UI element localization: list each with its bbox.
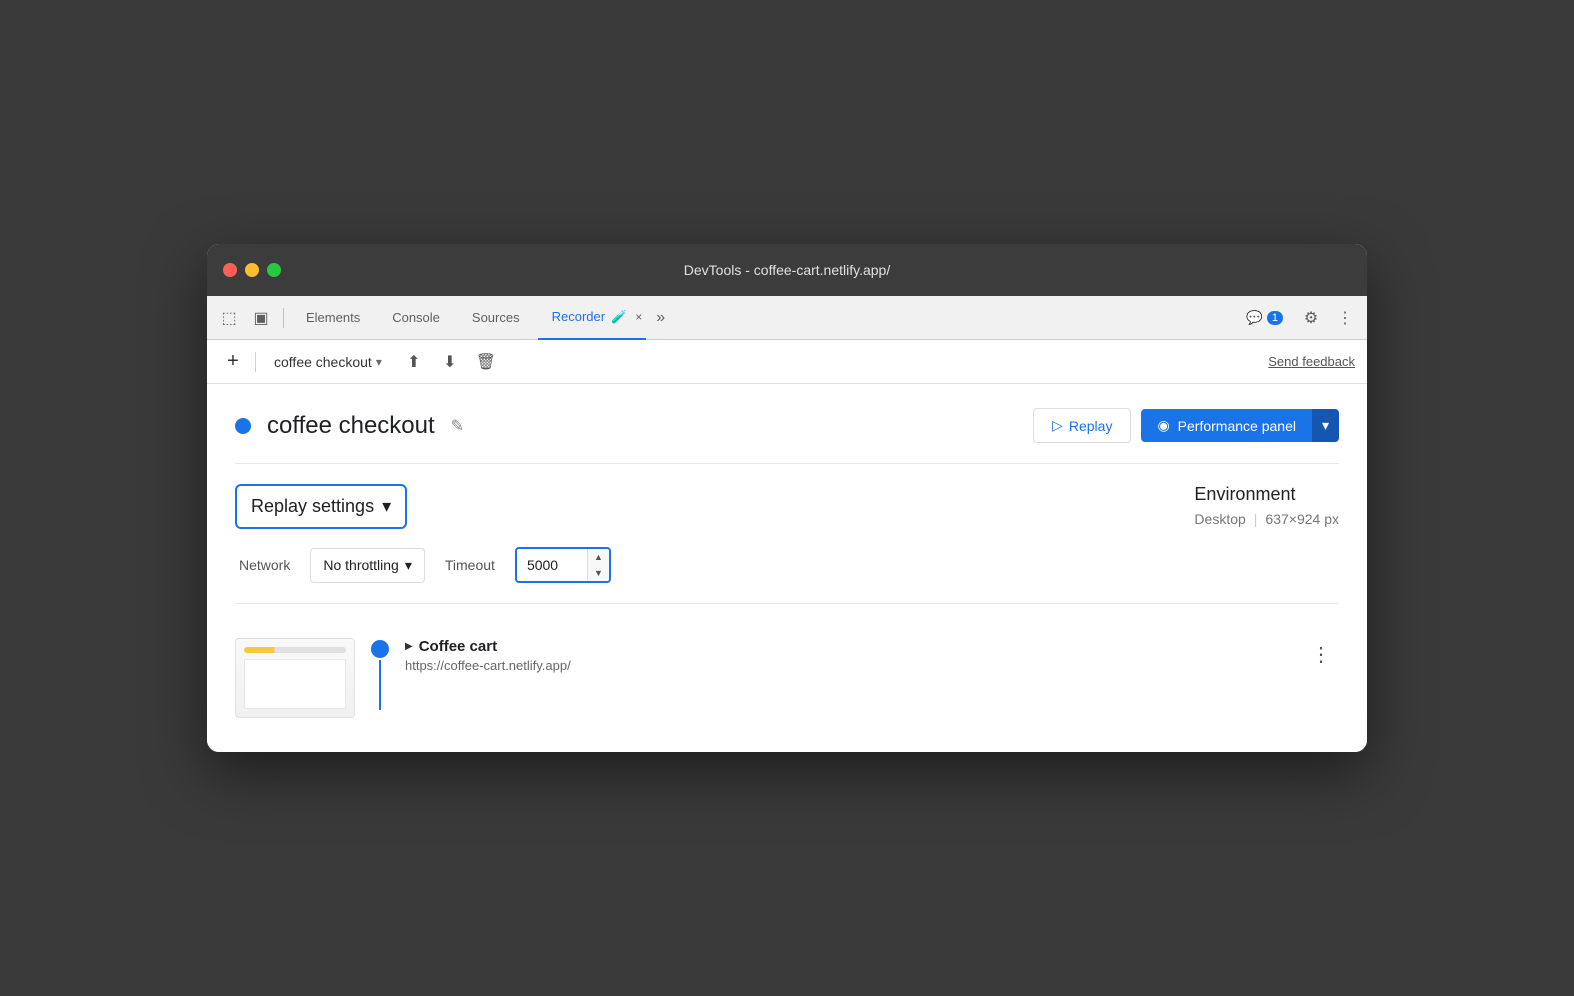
toolbar-right: 💬 1 ⚙ ⋮ [1238,304,1359,332]
play-icon: ▷ [1052,417,1063,434]
upload-icon: ⬆ [407,352,420,372]
more-vert-icon: ⋮ [1337,308,1353,328]
performance-panel-button-group: ◉ Performance panel ▾ [1141,409,1339,442]
title-bar: DevTools - coffee-cart.netlify.app/ [207,244,1367,296]
tab-sources[interactable]: Sources [458,296,534,340]
replay-settings-button[interactable]: Replay settings ▾ [235,484,407,529]
environment-detail: Desktop | 637×924 px [1194,511,1339,527]
recording-title: coffee checkout [267,412,435,440]
settings-section: Replay settings ▾ Network No throttling … [235,464,1339,604]
traffic-lights [223,263,281,277]
step-connector [371,640,389,710]
secondary-toolbar: + coffee checkout ▾ ⬆ ⬇ 🗑 Send feedback [207,340,1367,384]
chevron-down-icon: ▾ [376,355,382,369]
tab-elements[interactable]: Elements [292,296,374,340]
chevron-down-icon: ▾ [1322,417,1329,434]
timeout-input-group: ▲ ▼ [515,547,611,583]
step-title-text: Coffee cart [419,638,497,655]
main-content: coffee checkout ✎ ▷ Replay ◉ Performance… [207,384,1367,752]
thumbnail-bar [244,647,346,653]
step-item: ▶ Coffee cart https://coffee-cart.netlif… [235,624,1339,732]
sec-divider [255,352,256,372]
more-options-button[interactable]: ⋮ [1331,304,1359,332]
perf-label: Performance panel [1178,418,1296,434]
recording-header: coffee checkout ✎ ▷ Replay ◉ Performance… [235,408,1339,464]
network-throttling-select[interactable]: No throttling ▾ [310,548,425,583]
performance-panel-dropdown-button[interactable]: ▾ [1312,409,1339,442]
window-title: DevTools - coffee-cart.netlify.app/ [684,262,890,278]
settings-button[interactable]: ⚙ [1297,304,1325,332]
stepper-up-button[interactable]: ▲ [588,549,609,565]
cursor-tool-button[interactable]: ⬚ [215,304,243,332]
tab-console[interactable]: Console [378,296,454,340]
timeout-label: Timeout [445,557,495,573]
step-info: ▶ Coffee cart https://coffee-cart.netlif… [405,638,1287,673]
throttling-value: No throttling [323,557,398,573]
tab-recorder-label: Recorder 🧪 [538,309,632,325]
environment-title: Environment [1194,484,1339,505]
close-button[interactable] [223,263,237,277]
pencil-icon: ✎ [451,418,464,435]
trash-icon: 🗑 [476,352,496,372]
steps-section: ▶ Coffee cart https://coffee-cart.netlif… [235,604,1339,752]
recorder-tab-wrapper: Recorder 🧪 × [538,296,647,340]
settings-row: Network No throttling ▾ Timeout ▲ ▼ [235,547,611,583]
step-thumbnail [235,638,355,718]
step-title: ▶ Coffee cart [405,638,1287,655]
environment-section: Environment Desktop | 637×924 px [1194,484,1339,527]
recording-status-dot [235,418,251,434]
chevron-down-icon: ▾ [382,496,391,517]
minimize-button[interactable] [245,263,259,277]
replay-settings-container: Replay settings ▾ Network No throttling … [235,484,611,583]
thumbnail-inner [236,639,354,717]
delete-recording-button[interactable]: 🗑 [472,348,500,376]
replay-settings-label: Replay settings [251,496,374,517]
replay-button[interactable]: ▷ Replay [1033,408,1131,443]
send-feedback-button[interactable]: Send feedback [1268,354,1355,369]
environment-device: Desktop [1194,511,1245,527]
gear-icon: ⚙ [1304,308,1318,328]
timeout-stepper: ▲ ▼ [587,549,609,581]
more-tabs-button[interactable]: » [650,309,671,327]
step-url: https://coffee-cart.netlify.app/ [405,658,1287,673]
thumbnail-content [244,659,346,709]
network-label: Network [239,557,290,573]
download-icon: ⬇ [443,352,456,372]
device-toolbar-button[interactable]: ▣ [247,304,275,332]
performance-panel-main-button[interactable]: ◉ Performance panel [1141,409,1312,442]
devtools-window: DevTools - coffee-cart.netlify.app/ ⬚ ▣ … [207,244,1367,752]
environment-size: 637×924 px [1265,511,1339,527]
toolbar-divider [283,308,284,328]
recorder-close-button[interactable]: × [631,306,646,328]
header-actions: ▷ Replay ◉ Performance panel ▾ [1033,408,1339,443]
env-separator: | [1254,511,1258,527]
devtools-toolbar: ⬚ ▣ Elements Console Sources Recorder 🧪 … [207,296,1367,340]
maximize-button[interactable] [267,263,281,277]
recording-name: coffee checkout [274,354,372,370]
more-vert-icon: ⋮ [1311,644,1331,666]
messages-button[interactable]: 💬 1 [1238,306,1291,330]
step-line [379,660,381,710]
perf-icon: ◉ [1157,417,1169,434]
content-area: coffee checkout ✎ ▷ Replay ◉ Performance… [207,384,1367,752]
flask-icon: 🧪 [611,309,627,325]
step-dot [371,640,389,658]
replay-label: Replay [1069,418,1113,434]
message-icon: 💬 [1246,310,1263,326]
export-button[interactable]: ⬆ [400,348,428,376]
timeout-input[interactable] [517,549,587,581]
step-expand-button[interactable]: ▶ [405,641,413,652]
add-recording-button[interactable]: + [219,348,247,376]
import-button[interactable]: ⬇ [436,348,464,376]
recording-selector[interactable]: coffee checkout ▾ [264,350,392,374]
message-badge: 1 [1267,311,1283,325]
chevron-down-icon: ▾ [405,557,412,574]
edit-title-button[interactable]: ✎ [451,416,464,436]
step-more-button[interactable]: ⋮ [1303,638,1339,671]
cursor-icon: ⬚ [221,308,236,328]
stepper-down-button[interactable]: ▼ [588,565,609,581]
device-icon: ▣ [253,308,268,328]
